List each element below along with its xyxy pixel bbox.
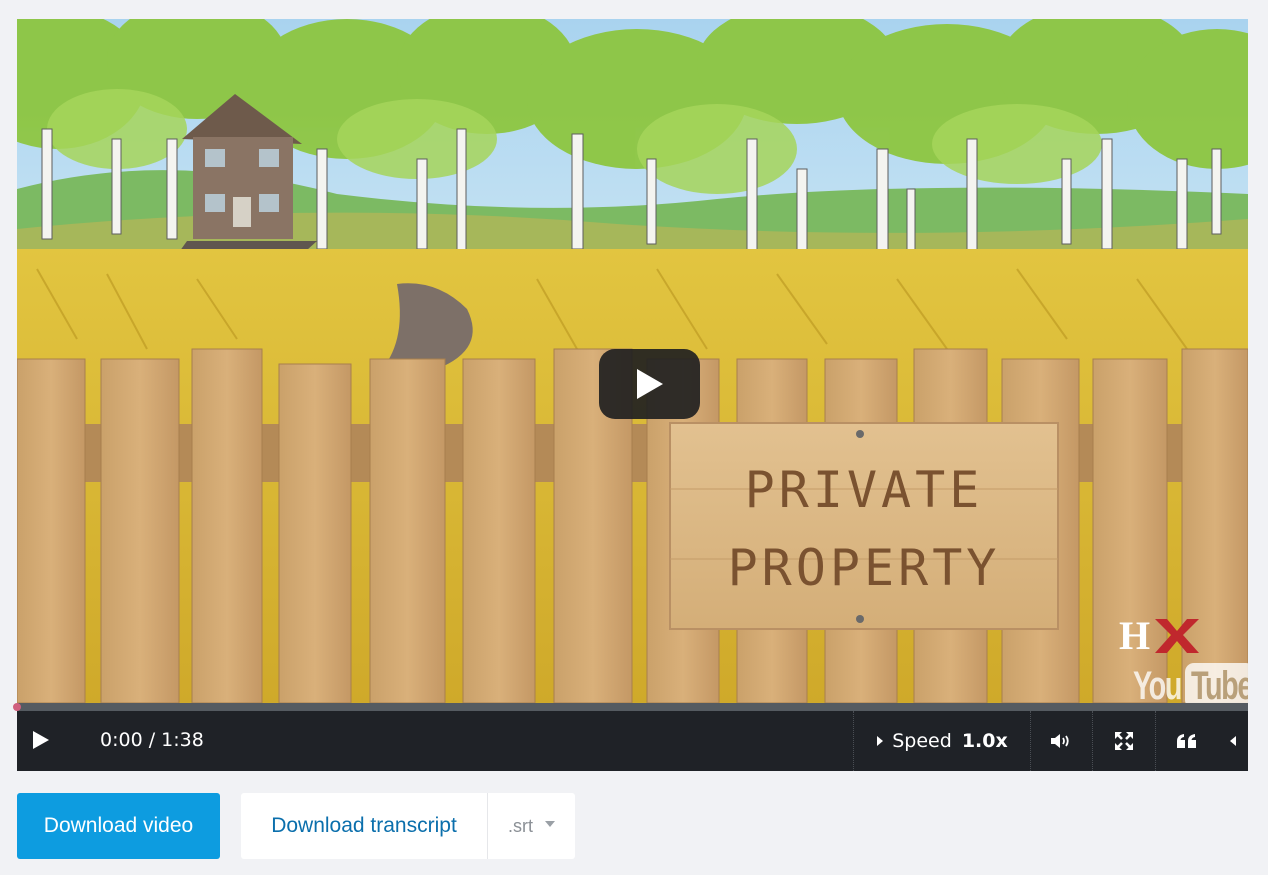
video-player-page: PRIVATE PROPERTY H You Tube 0:00 / 1:38 … <box>0 0 1268 875</box>
more-controls-button[interactable] <box>1218 711 1248 771</box>
play-button[interactable] <box>31 729 59 753</box>
speed-value: 1.0x <box>961 730 1008 752</box>
transcript-format-value: .srt <box>508 815 533 836</box>
volume-icon <box>1051 734 1069 748</box>
download-video-button[interactable]: Download video <box>17 793 220 859</box>
caret-left-icon <box>1230 736 1236 746</box>
fullscreen-button[interactable] <box>1092 711 1155 771</box>
hx-logo-letter: H <box>1119 615 1150 655</box>
sign-line-2: PROPERTY <box>728 539 1001 597</box>
sign-line-1: PRIVATE <box>745 461 984 519</box>
youtube-logo-tube-box: Tube <box>1185 663 1248 703</box>
volume-button[interactable] <box>1030 711 1092 771</box>
caret-right-icon <box>877 736 884 746</box>
speed-label: Speed <box>892 730 952 752</box>
download-transcript-button[interactable]: Download transcript <box>241 793 488 859</box>
youtube-logo-tube: Tube <box>1191 664 1248 703</box>
speed-button[interactable]: Speed 1.0x <box>854 711 1030 771</box>
progress-bar[interactable] <box>13 703 1248 711</box>
quote-captions-icon <box>1176 734 1196 748</box>
video-frame[interactable]: PRIVATE PROPERTY H You Tube <box>17 19 1248 703</box>
play-icon <box>636 369 663 399</box>
progress-handle[interactable] <box>13 703 21 711</box>
fullscreen-icon <box>1114 732 1133 750</box>
chevron-down-icon <box>545 821 555 827</box>
video-control-bar: 0:00 / 1:38 Speed 1.0x <box>17 711 1248 771</box>
captions-button[interactable] <box>1155 711 1218 771</box>
hx-logo: H <box>1119 613 1201 658</box>
youtube-logo-you: You <box>1133 663 1182 704</box>
time-display: 0:00 / 1:38 <box>100 729 204 751</box>
transcript-download-group: Download transcript .srt <box>241 793 575 859</box>
play-icon <box>33 731 49 749</box>
large-play-button[interactable] <box>599 349 700 419</box>
youtube-logo: You Tube <box>1133 661 1248 703</box>
transcript-format-select[interactable]: .srt <box>488 793 575 859</box>
